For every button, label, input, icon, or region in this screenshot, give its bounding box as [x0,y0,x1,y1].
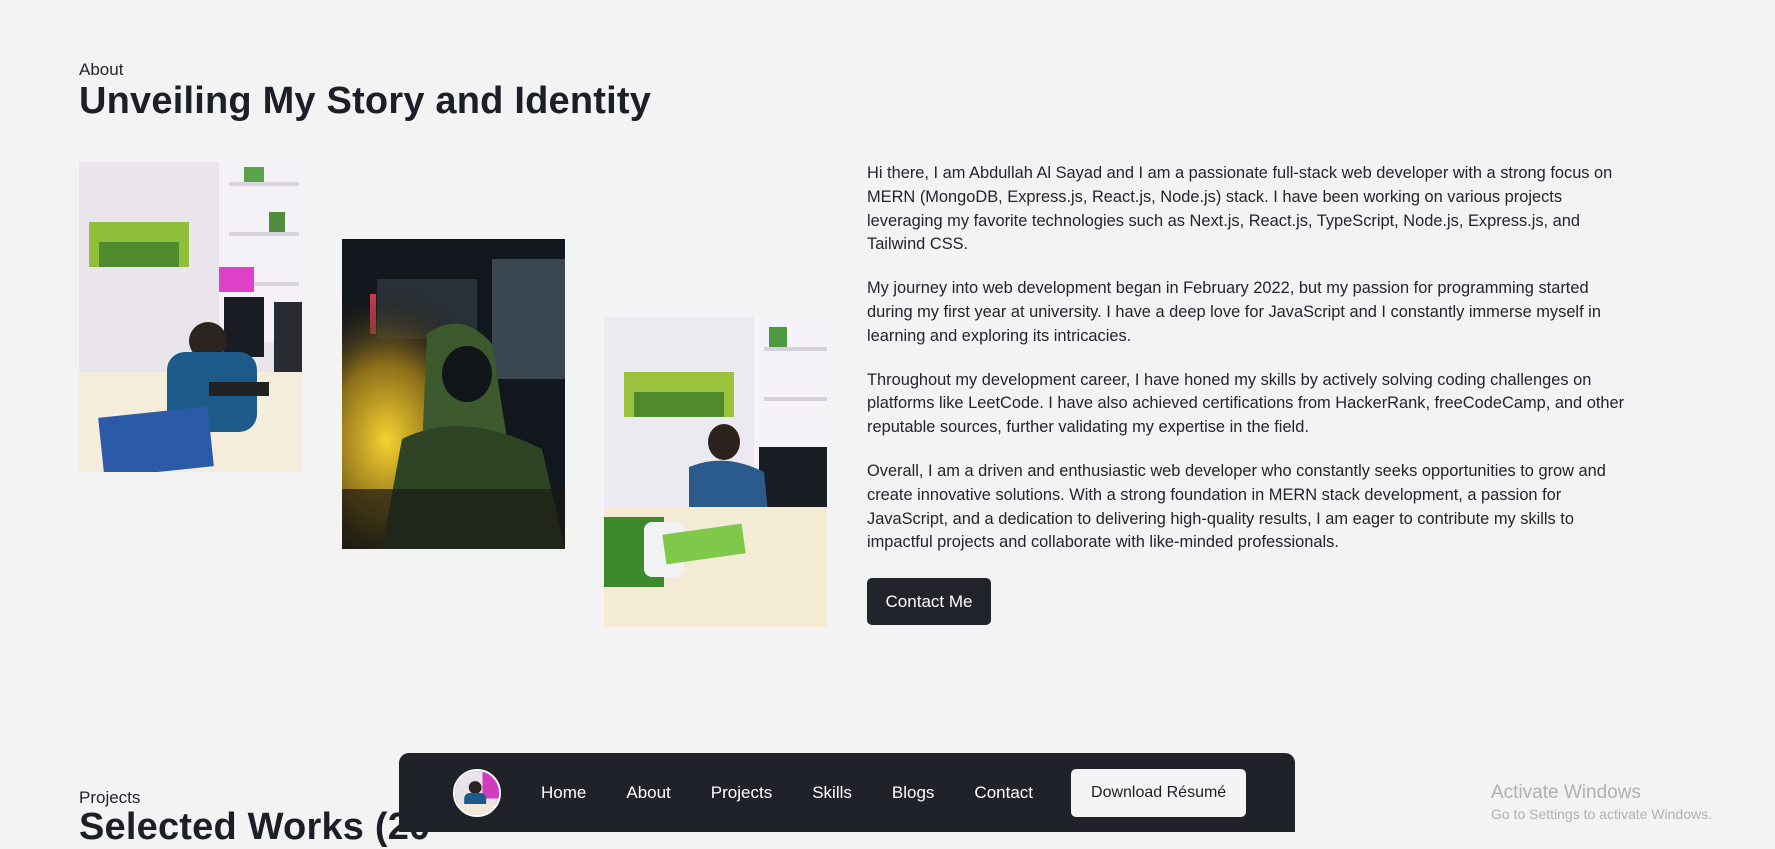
nav-contact[interactable]: Contact [974,783,1033,803]
nav-skills[interactable]: Skills [812,783,852,803]
about-photo-office [604,317,827,627]
download-resume-button[interactable]: Download Résumé [1071,768,1247,817]
nav-about[interactable]: About [626,783,670,803]
nav-home[interactable]: Home [541,783,586,803]
section-eyebrow-about: About [79,60,124,79]
contact-me-button[interactable]: Contact Me [867,578,991,625]
windows-activation-watermark: Activate Windows Go to Settings to activ… [1491,782,1712,822]
about-photo-desk [79,162,302,472]
avatar[interactable] [453,768,501,817]
about-heading: Unveiling My Story and Identity [79,80,652,122]
nav-projects[interactable]: Projects [711,783,772,803]
watermark-title: Activate Windows [1491,782,1641,803]
about-photo-night [342,239,565,549]
section-eyebrow-projects: Projects [79,788,141,807]
nav-blogs[interactable]: Blogs [892,783,935,803]
watermark-subtitle: Go to Settings to activate Windows. [1491,806,1712,822]
about-bio: Hi there, I am Abdullah Al Sayad and I a… [867,162,1627,575]
about-paragraph: Hi there, I am Abdullah Al Sayad and I a… [867,164,1613,254]
about-paragraph: My journey into web development began in… [867,279,1601,345]
projects-heading: Selected Works (20 [79,806,431,848]
floating-nav: Home About Projects Skills Blogs Contact… [399,753,1295,832]
about-paragraph: Overall, I am a driven and enthusiastic … [867,461,1606,552]
about-paragraph: Throughout my development career, I have… [867,370,1625,437]
